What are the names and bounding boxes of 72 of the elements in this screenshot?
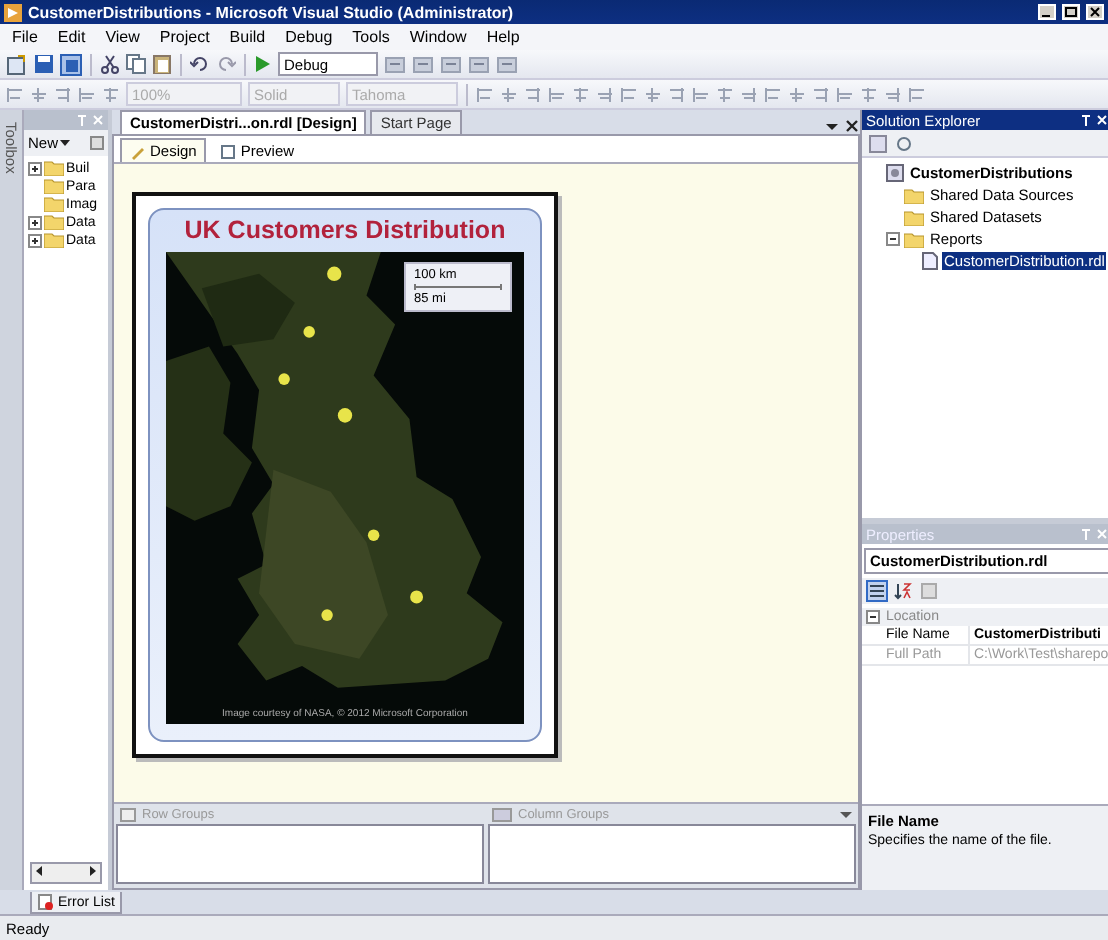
align-icon[interactable] — [788, 85, 806, 103]
align-icon[interactable] — [548, 85, 566, 103]
align-icon[interactable] — [500, 85, 518, 103]
align-icon[interactable] — [596, 85, 614, 103]
align-icon[interactable] — [620, 85, 638, 103]
align-icon[interactable] — [78, 85, 96, 103]
menu-item[interactable]: Tools — [352, 28, 390, 46]
scroll-right-icon[interactable] — [86, 864, 100, 878]
align-icon[interactable] — [6, 85, 24, 103]
window-title: CustomerDistributions - Microsoft Visual Studio (Administrator) — [28, 3, 516, 21]
categorized-icon — [868, 582, 886, 600]
expand-icon[interactable] — [28, 233, 42, 247]
align-icon[interactable] — [524, 85, 542, 103]
scale-line-icon — [414, 284, 502, 290]
undo-icon[interactable] — [190, 54, 210, 74]
preview-icon — [220, 143, 237, 159]
expand-icon[interactable] — [28, 215, 42, 229]
align-icon[interactable] — [764, 85, 782, 103]
tab-list-icon[interactable] — [824, 118, 840, 134]
menu-item[interactable]: Build — [229, 28, 266, 46]
pin-icon[interactable] — [1080, 113, 1093, 127]
view-button[interactable] — [866, 580, 888, 602]
paste-icon[interactable] — [152, 54, 172, 74]
expand-icon[interactable] — [28, 161, 42, 175]
maximize-icon[interactable] — [1062, 4, 1080, 20]
menu-item[interactable]: Help — [486, 28, 520, 46]
design-icon — [130, 143, 146, 159]
align-icon[interactable] — [908, 85, 926, 103]
menu-item[interactable]: File — [12, 28, 38, 46]
error-icon — [38, 894, 54, 910]
sort-az-icon — [894, 582, 912, 600]
align-icon[interactable] — [102, 85, 120, 103]
project-icon — [886, 164, 904, 182]
report-title: UK Customers Distribution — [182, 216, 508, 244]
collapse-icon[interactable] — [866, 610, 880, 624]
row-groups-icon — [120, 807, 136, 821]
column-groups-pane[interactable] — [488, 824, 856, 884]
close-icon[interactable] — [844, 118, 860, 134]
align-icon[interactable] — [54, 85, 72, 103]
align-icon[interactable] — [836, 85, 854, 103]
dropdown-icon — [60, 139, 71, 147]
minimize-icon[interactable] — [1038, 4, 1056, 20]
align-icon[interactable] — [812, 85, 830, 103]
play-icon[interactable] — [254, 54, 272, 74]
align-icon[interactable] — [860, 85, 878, 103]
align-icon[interactable] — [740, 85, 758, 103]
save-all-icon[interactable] — [60, 53, 82, 75]
align-icon[interactable] — [572, 85, 590, 103]
save-icon[interactable] — [34, 54, 54, 74]
menu-item[interactable]: Window — [409, 28, 467, 46]
column-groups-icon — [492, 807, 512, 821]
align-icon[interactable] — [30, 85, 48, 103]
dropdown-icon[interactable] — [840, 809, 852, 819]
menu-item[interactable]: Debug — [285, 28, 333, 46]
new-project-icon[interactable] — [6, 53, 28, 75]
horizontal-scrollbar[interactable] — [30, 862, 102, 884]
align-icon[interactable] — [716, 85, 734, 103]
view-button[interactable] — [892, 580, 914, 602]
menu-item[interactable]: Project — [159, 28, 210, 46]
menu-item[interactable]: Edit — [57, 28, 86, 46]
collapse-icon[interactable] — [886, 232, 900, 246]
align-icon[interactable] — [644, 85, 662, 103]
scroll-left-icon[interactable] — [32, 864, 46, 878]
align-icon[interactable] — [476, 85, 494, 103]
row-groups-pane[interactable] — [116, 824, 484, 884]
report-file-icon — [922, 252, 938, 270]
align-icon[interactable] — [884, 85, 902, 103]
align-icon[interactable] — [692, 85, 710, 103]
cut-icon[interactable] — [100, 54, 120, 74]
menu-item[interactable]: View — [105, 28, 140, 46]
copy-icon[interactable] — [126, 54, 146, 74]
align-icon[interactable] — [668, 85, 686, 103]
